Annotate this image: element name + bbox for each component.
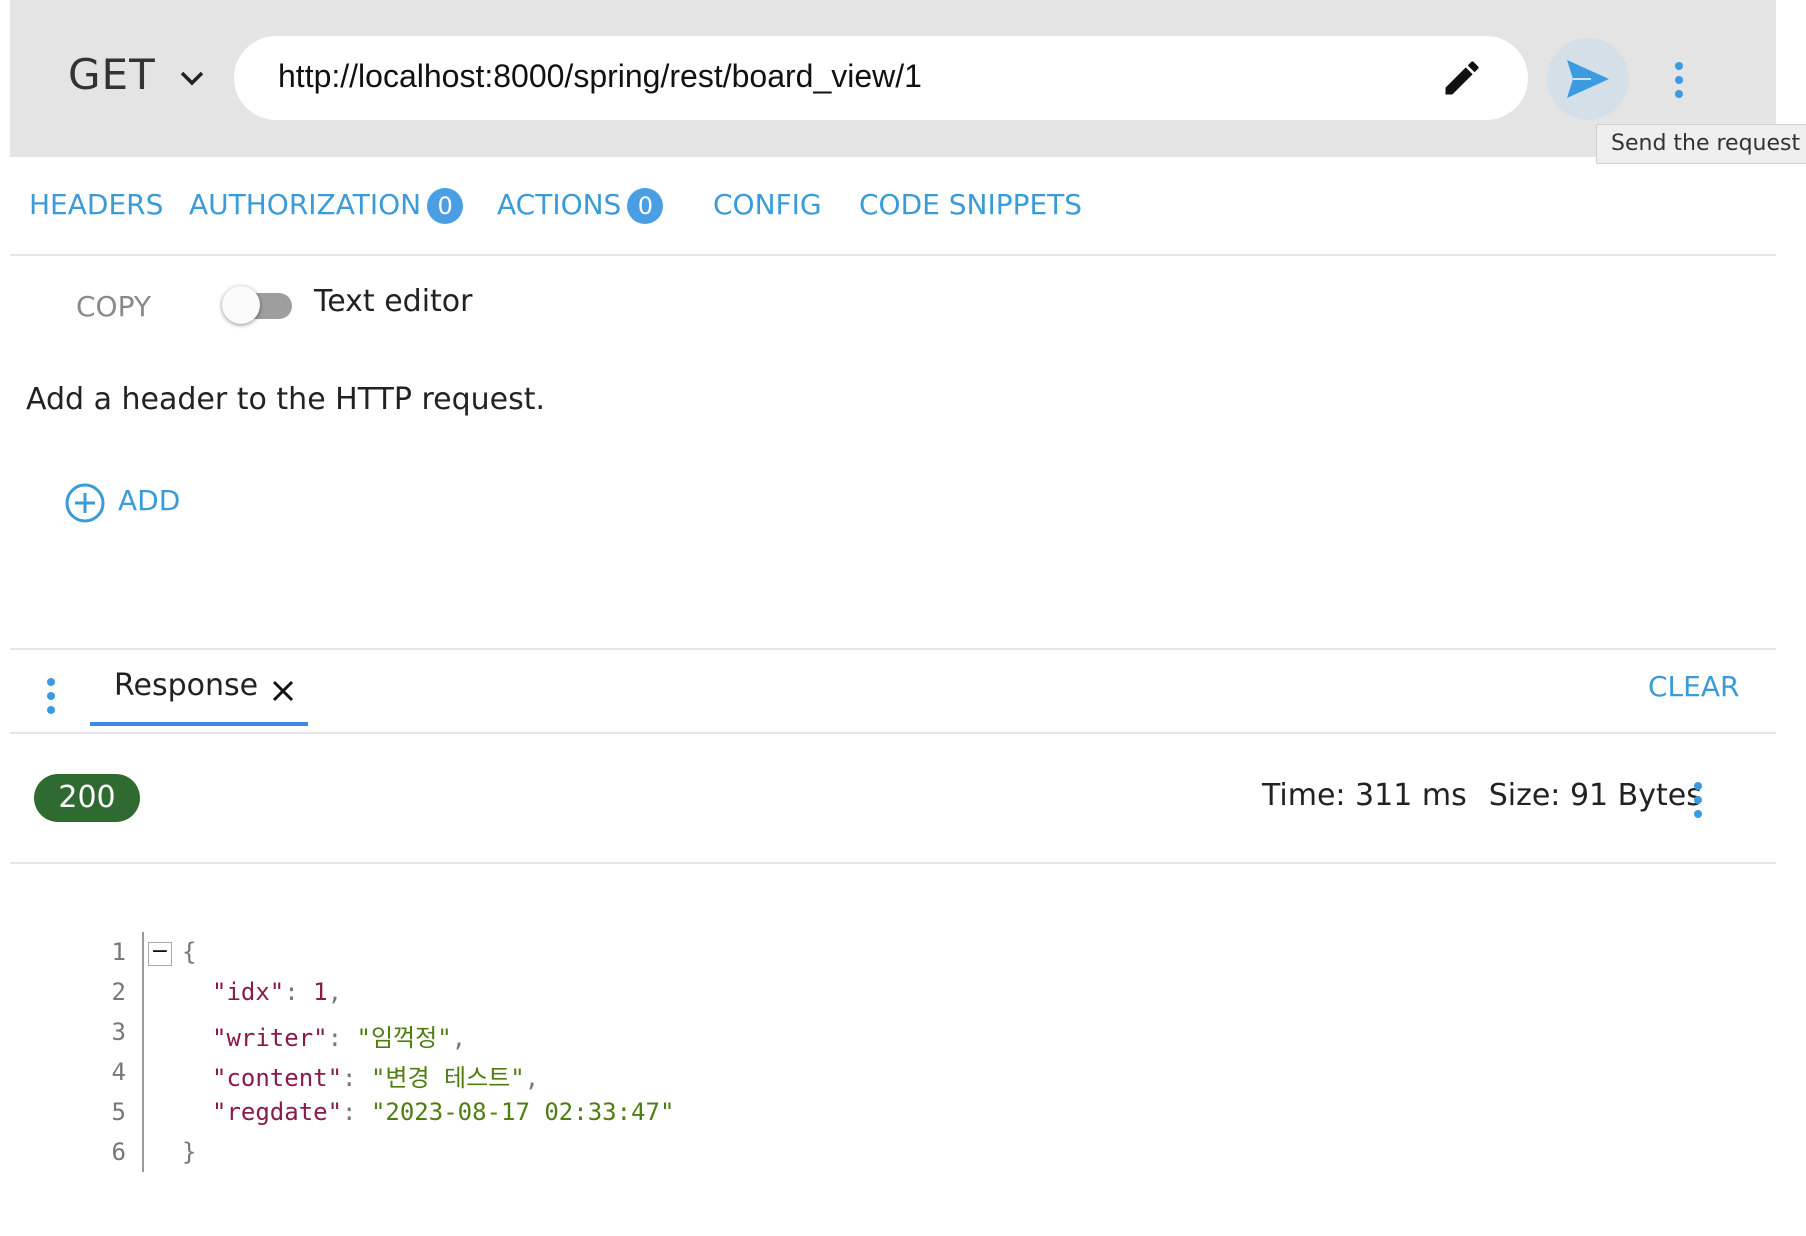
response-stats: Time: 311 ms Size: 91 Bytes [1262,778,1702,813]
send-icon [1567,60,1609,98]
chevron-down-icon[interactable] [178,66,206,90]
send-button[interactable] [1547,38,1629,120]
pencil-icon[interactable] [1440,56,1484,100]
divider [10,648,1776,650]
json-value: "2023-08-17 02:33:47" [370,1098,675,1126]
send-tooltip: Send the request [1596,124,1806,164]
line-number: 4 [111,1058,126,1086]
code-line: "writer": "임꺽정", [212,1024,467,1052]
more-vertical-icon[interactable] [1672,60,1686,100]
json-value: "변경 테스트" [370,1064,525,1092]
method-select[interactable]: GET [68,50,156,99]
clear-button[interactable]: CLEAR [1648,670,1739,703]
code-line: "idx": 1, [212,978,343,1006]
tab-label: HEADERS [29,188,164,221]
tab-code-snippets[interactable]: CODE SNIPPETS [859,188,1082,221]
tab-label: CODE SNIPPETS [859,188,1083,221]
text-editor-label: Text editor [314,284,473,319]
divider [10,254,1776,256]
tab-actions[interactable]: ACTIONS 0 [497,188,664,224]
tab-label: Response [114,668,259,703]
gutter-border [142,932,144,1172]
code-line: "regdate": "2023-08-17 02:33:47" [212,1098,675,1126]
line-number: 1 [111,938,126,966]
tab-headers[interactable]: HEADERS [29,188,163,221]
json-value: 1 [313,978,328,1006]
code-brace: { [182,938,197,966]
json-key: "regdate" [212,1098,343,1126]
count-badge: 0 [627,188,664,224]
line-number: 3 [111,1018,126,1046]
add-circle-icon [65,483,105,523]
url-input[interactable]: http://localhost:8000/spring/rest/board_… [234,36,1528,120]
request-tabs: HEADERS AUTHORIZATION 0 ACTIONS 0 CONFIG C… [0,178,1806,230]
tab-authorization[interactable]: AUTHORIZATION 0 [189,188,464,224]
json-value: "임꺽정" [356,1024,452,1052]
more-vertical-icon[interactable] [44,676,58,716]
code-line: "content": "변경 테스트", [212,1064,540,1092]
tab-config[interactable]: CONFIG [713,188,822,221]
copy-button[interactable]: COPY [76,290,151,323]
response-size: Size: 91 Bytes [1488,778,1702,813]
add-label: ADD [118,484,181,517]
line-number: 5 [111,1098,126,1126]
tab-response[interactable]: Response [90,660,308,726]
json-key: "idx" [212,978,285,1006]
line-number: 2 [111,978,126,1006]
tab-label: ACTIONS [497,188,622,221]
line-number: 6 [111,1138,126,1166]
tab-label: AUTHORIZATION [189,188,422,221]
text-editor-toggle[interactable] [222,286,294,324]
fold-toggle-icon[interactable]: − [148,941,172,966]
response-time: Time: 311 ms [1262,778,1467,813]
headers-help-text: Add a header to the HTTP request. [26,382,546,417]
request-bar: GET http://localhost:8000/spring/rest/bo… [10,0,1776,157]
close-icon[interactable] [270,678,296,704]
divider [10,862,1776,864]
toggle-knob [222,286,260,324]
json-key: "writer" [212,1024,328,1052]
more-vertical-icon[interactable] [1691,780,1705,820]
divider [10,732,1776,734]
code-brace: } [182,1138,197,1166]
url-text[interactable]: http://localhost:8000/spring/rest/board_… [278,58,922,95]
status-badge: 200 [34,774,140,822]
count-badge: 0 [427,188,464,224]
tab-label: CONFIG [713,188,822,221]
json-key: "content" [212,1064,343,1092]
